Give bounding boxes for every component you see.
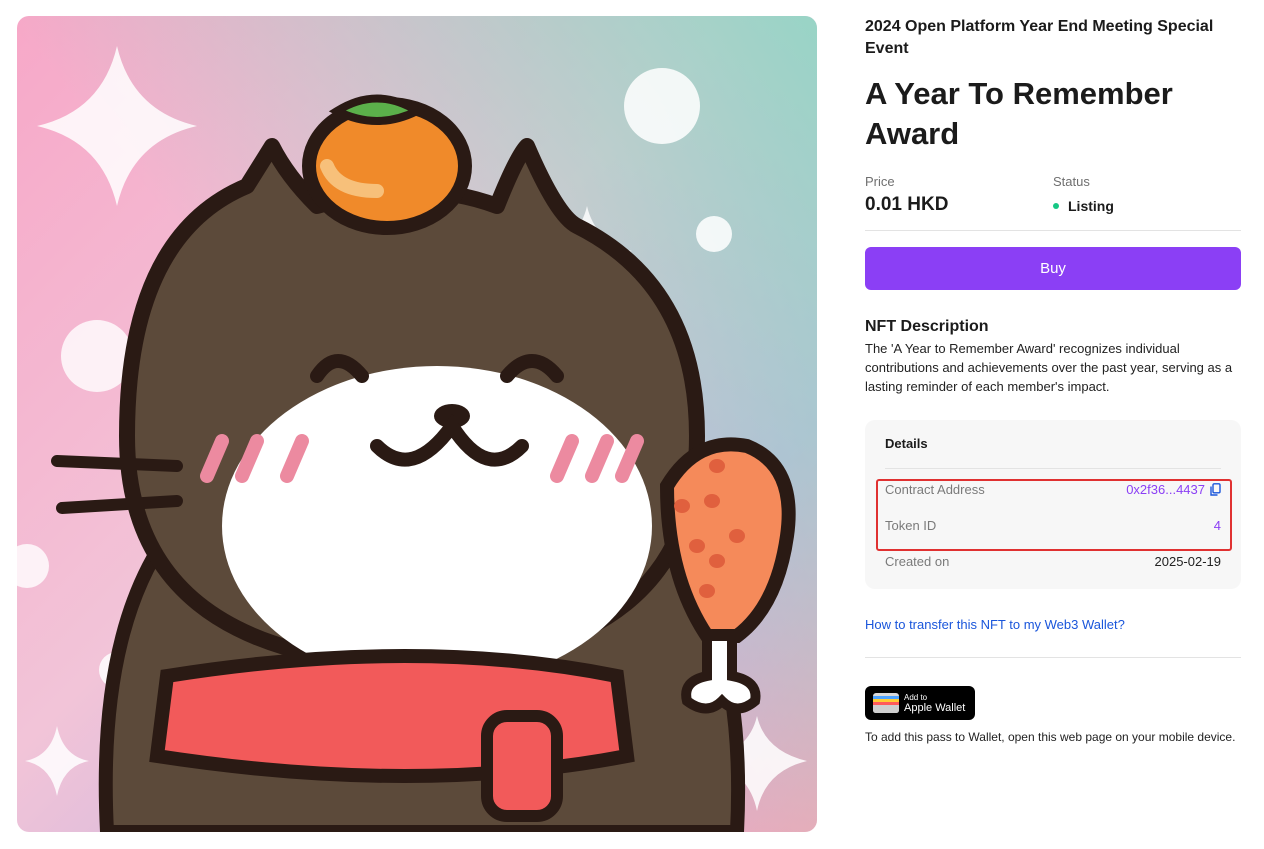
price-status-row: Price 0.01 HKD Status Listing bbox=[865, 174, 1241, 216]
details-card: Details Contract Address 0x2f36...4437 T… bbox=[865, 420, 1241, 589]
token-id-value: 4 bbox=[1213, 517, 1221, 533]
divider bbox=[885, 468, 1221, 469]
description-heading: NFT Description bbox=[865, 318, 989, 335]
status-label: Status bbox=[1053, 174, 1090, 189]
wallet-note: To add this pass to Wallet, open this we… bbox=[865, 730, 1236, 744]
price-value: 0.01 HKD bbox=[865, 194, 949, 215]
buy-button[interactable]: Buy bbox=[865, 247, 1241, 290]
divider bbox=[865, 657, 1241, 658]
description-text: The 'A Year to Remember Award' recognize… bbox=[865, 341, 1233, 394]
contract-address-label: Contract Address bbox=[885, 481, 985, 497]
created-on-value: 2025-02-19 bbox=[1154, 553, 1222, 569]
contract-address-value[interactable]: 0x2f36...4437 bbox=[1126, 482, 1221, 497]
wallet-button-text: Add to Apple Wallet bbox=[904, 693, 965, 714]
copy-icon[interactable] bbox=[1210, 482, 1221, 496]
wallet-big-label: Apple Wallet bbox=[904, 701, 966, 714]
add-to-apple-wallet-button[interactable]: Add to Apple Wallet bbox=[865, 686, 975, 720]
nft-artwork bbox=[17, 16, 817, 832]
wallet-icon bbox=[873, 693, 899, 713]
token-id-label: Token ID bbox=[885, 517, 937, 533]
details-heading: Details bbox=[885, 436, 928, 451]
status-value: Listing bbox=[1068, 198, 1114, 214]
cat-illustration bbox=[17, 16, 817, 832]
nft-detail-panel: 2024 Open Platform Year End Meeting Spec… bbox=[865, 16, 1241, 746]
event-title: 2024 Open Platform Year End Meeting Spec… bbox=[865, 18, 1214, 57]
price-label: Price bbox=[865, 174, 895, 189]
transfer-help-link[interactable]: How to transfer this NFT to my Web3 Wall… bbox=[865, 617, 1241, 632]
status-badge: Listing bbox=[1053, 198, 1241, 214]
created-on-label: Created on bbox=[885, 553, 950, 569]
nft-title: A Year To Remember Award bbox=[865, 76, 1173, 151]
contract-address-text[interactable]: 0x2f36...4437 bbox=[1126, 482, 1205, 497]
status-dot-icon bbox=[1053, 203, 1059, 209]
detail-row-created-on: Created on 2025-02-19 bbox=[885, 543, 1221, 579]
wallet-small-label: Add to bbox=[904, 692, 928, 702]
status-block: Status Listing bbox=[1053, 174, 1241, 216]
divider bbox=[865, 230, 1241, 231]
detail-row-token-id: Token ID 4 bbox=[885, 507, 1221, 543]
detail-row-contract-address: Contract Address 0x2f36...4437 bbox=[885, 471, 1221, 507]
price-block: Price 0.01 HKD bbox=[865, 174, 1053, 216]
